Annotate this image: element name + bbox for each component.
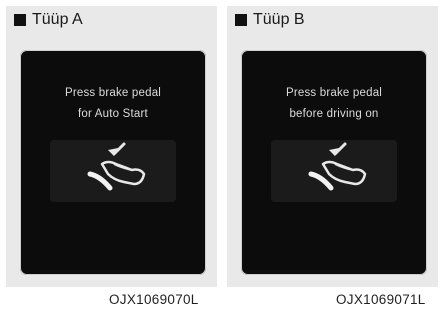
- type-a-panel: Tüüp A Press brake pedal for Auto Start: [6, 6, 217, 287]
- message-line-1: Press brake pedal: [285, 87, 383, 99]
- message-line-1: Press brake pedal: [64, 87, 162, 99]
- figure-code: OJX1069071L: [336, 292, 426, 307]
- brake-pedal-foot-icon: [271, 140, 397, 202]
- message-line-2: for Auto Start: [78, 108, 148, 120]
- message-line-2: before driving on: [289, 108, 379, 120]
- type-b-panel: Tüüp B Press brake pedal before driving …: [227, 6, 438, 287]
- panel-title: Tüüp A: [14, 11, 83, 29]
- display-message: Press brake pedal before driving on: [241, 83, 427, 125]
- panel-title-text: Tüüp B: [253, 11, 305, 28]
- cluster-display: Press brake pedal for Auto Start: [20, 50, 206, 275]
- display-message: Press brake pedal for Auto Start: [20, 83, 206, 125]
- brake-pedal-foot-icon: [50, 140, 176, 202]
- panel-title: Tüüp B: [235, 11, 305, 29]
- figure-code: OJX1069070L: [109, 292, 199, 307]
- black-square-icon: [14, 14, 26, 26]
- cluster-display: Press brake pedal before driving on: [241, 50, 427, 275]
- black-square-icon: [235, 14, 247, 26]
- panel-title-text: Tüüp A: [32, 11, 83, 28]
